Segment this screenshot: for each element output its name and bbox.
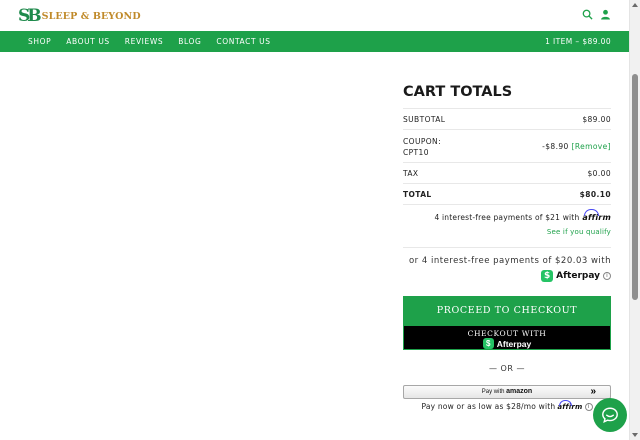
afterpay-logo: Afterpay xyxy=(556,271,600,281)
cart-totals-panel: CART TOTALS SUBTOTAL $89.00 COUPON: CPT1… xyxy=(403,84,611,411)
logo-text: SLEEP & BEYOND xyxy=(41,10,141,22)
tax-row: TAX $0.00 xyxy=(403,163,611,184)
page-scrollbar[interactable] xyxy=(629,0,640,440)
scrollbar-thumb[interactable] xyxy=(632,74,638,300)
affirm-promo: 4 interest-free payments of $21 with aff… xyxy=(403,205,611,248)
checkout-with-afterpay-button[interactable]: CHECKOUT WITH $ Afterpay xyxy=(403,325,611,350)
afterpay-text: or 4 interest-free payments of $20.03 wi… xyxy=(408,256,611,266)
afterpay-logo-row: $ Afterpay i xyxy=(403,270,611,282)
afterpay-button-logo: $ Afterpay xyxy=(404,338,610,349)
nav-item-about-us[interactable]: ABOUT US xyxy=(66,37,110,46)
remove-coupon-link[interactable]: [Remove] xyxy=(572,142,612,151)
total-row: TOTAL $80.10 xyxy=(403,184,611,205)
logo-mark: SB xyxy=(18,6,42,26)
afterpay-button-badge-icon: $ xyxy=(482,338,494,349)
afterpay-button-label: CHECKOUT WITH xyxy=(467,329,547,338)
proceed-to-checkout-button[interactable]: PROCEED TO CHECKOUT xyxy=(403,296,611,325)
nav-menu: SHOP ABOUT US REVIEWS BLOG CONTACT US xyxy=(28,31,271,52)
nav-item-shop[interactable]: SHOP xyxy=(28,37,51,46)
pay-later-info-icon[interactable]: i xyxy=(584,402,593,411)
top-header: SB SLEEP & BEYOND xyxy=(0,0,629,31)
subtotal-label: SUBTOTAL xyxy=(403,115,446,124)
amazon-pay-button[interactable]: Pay with amazon » xyxy=(403,385,611,399)
affirm-text: 4 interest-free payments of $21 with xyxy=(434,213,580,222)
coupon-row: COUPON: CPT10 -$8.90 [Remove] xyxy=(403,130,611,163)
subtotal-value: $89.00 xyxy=(582,115,611,124)
info-icon[interactable]: i xyxy=(603,272,611,280)
header-icons xyxy=(582,9,611,20)
cart-totals-title: CART TOTALS xyxy=(403,84,611,109)
site-logo[interactable]: SB SLEEP & BEYOND xyxy=(18,6,141,26)
search-icon[interactable] xyxy=(582,9,593,20)
user-icon[interactable] xyxy=(600,9,611,20)
amazon-chevron-icon: » xyxy=(590,386,596,397)
afterpay-promo: or 4 interest-free payments of $20.03 wi… xyxy=(403,248,611,296)
total-value: $80.10 xyxy=(579,190,611,199)
affirm-monthly-promo: Pay now or as low as $28/mo with affirm … xyxy=(403,399,611,411)
main-nav: SHOP ABOUT US REVIEWS BLOG CONTACT US 1 … xyxy=(0,31,629,52)
amazon-pay-label: Pay with amazon xyxy=(404,388,610,395)
subtotal-row: SUBTOTAL $89.00 xyxy=(403,109,611,130)
tax-value: $0.00 xyxy=(587,169,611,178)
affirm-qualify-link[interactable]: See if you qualify xyxy=(403,228,611,236)
nav-item-contact-us[interactable]: CONTACT US xyxy=(216,37,270,46)
chat-icon xyxy=(601,406,619,424)
scroll-down-icon[interactable] xyxy=(632,433,638,437)
scroll-up-icon[interactable] xyxy=(632,3,638,7)
or-divider: — OR — xyxy=(489,364,525,373)
nav-cart-summary[interactable]: 1 ITEM – $89.00 xyxy=(545,31,611,52)
coupon-label-text: COUPON: xyxy=(403,137,441,146)
nav-item-reviews[interactable]: REVIEWS xyxy=(125,37,163,46)
chat-button[interactable] xyxy=(593,398,627,432)
affirm-logo: affirm xyxy=(582,209,611,222)
amazon-logo: amazon xyxy=(506,388,533,395)
tax-label: TAX xyxy=(403,169,419,178)
total-label: TOTAL xyxy=(403,190,432,199)
coupon-label: COUPON: CPT10 xyxy=(403,136,441,158)
nav-item-blog[interactable]: BLOG xyxy=(178,37,201,46)
coupon-discount: -$8.90 xyxy=(542,142,569,151)
pay-later-text: Pay now or as low as $28/mo with xyxy=(421,402,556,411)
afterpay-button-word: Afterpay xyxy=(496,338,532,349)
affirm-message: 4 interest-free payments of $21 with aff… xyxy=(403,209,611,222)
pay-later-affirm-logo: affirm xyxy=(557,399,583,411)
coupon-value: -$8.90 [Remove] xyxy=(542,142,611,151)
amazon-pay-text: Pay with xyxy=(481,389,505,395)
afterpay-badge-icon: $ xyxy=(541,270,554,282)
coupon-code: CPT10 xyxy=(403,148,429,157)
